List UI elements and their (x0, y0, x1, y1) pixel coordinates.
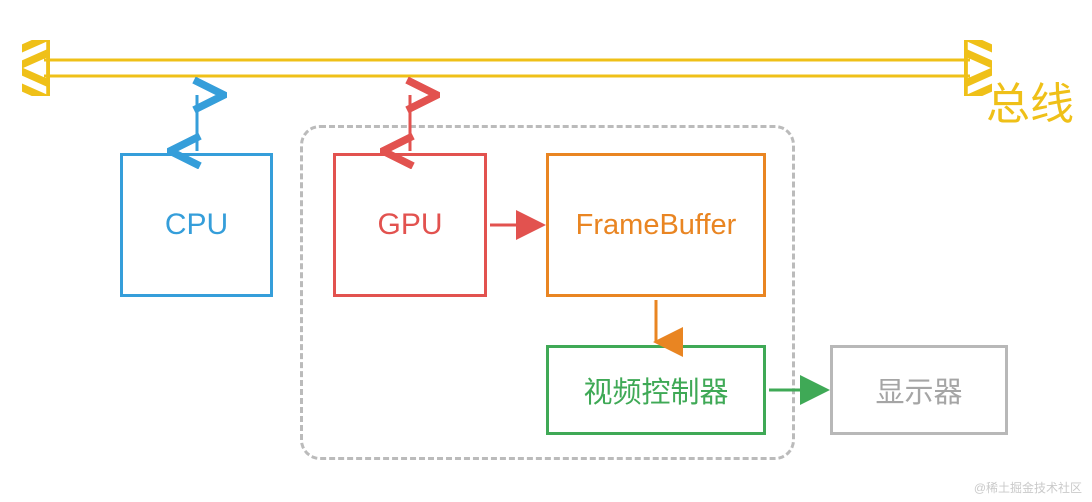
cpu-label: CPU (165, 208, 228, 242)
display-node: 显示器 (830, 345, 1008, 435)
gpu-node: GPU (333, 153, 487, 297)
display-label: 显示器 (875, 369, 962, 411)
bus-arrow-icon (22, 40, 992, 96)
video-controller-label: 视频控制器 (583, 369, 728, 411)
cpu-node: CPU (120, 153, 273, 297)
watermark: @稀土掘金技术社区 (974, 479, 1082, 496)
bus: 总线 (22, 40, 1070, 96)
gpu-label: GPU (377, 208, 442, 242)
video-controller-node: 视频控制器 (546, 345, 766, 435)
framebuffer-node: FrameBuffer (546, 153, 766, 297)
bus-label: 总线 (986, 68, 1074, 132)
framebuffer-label: FrameBuffer (576, 209, 737, 242)
